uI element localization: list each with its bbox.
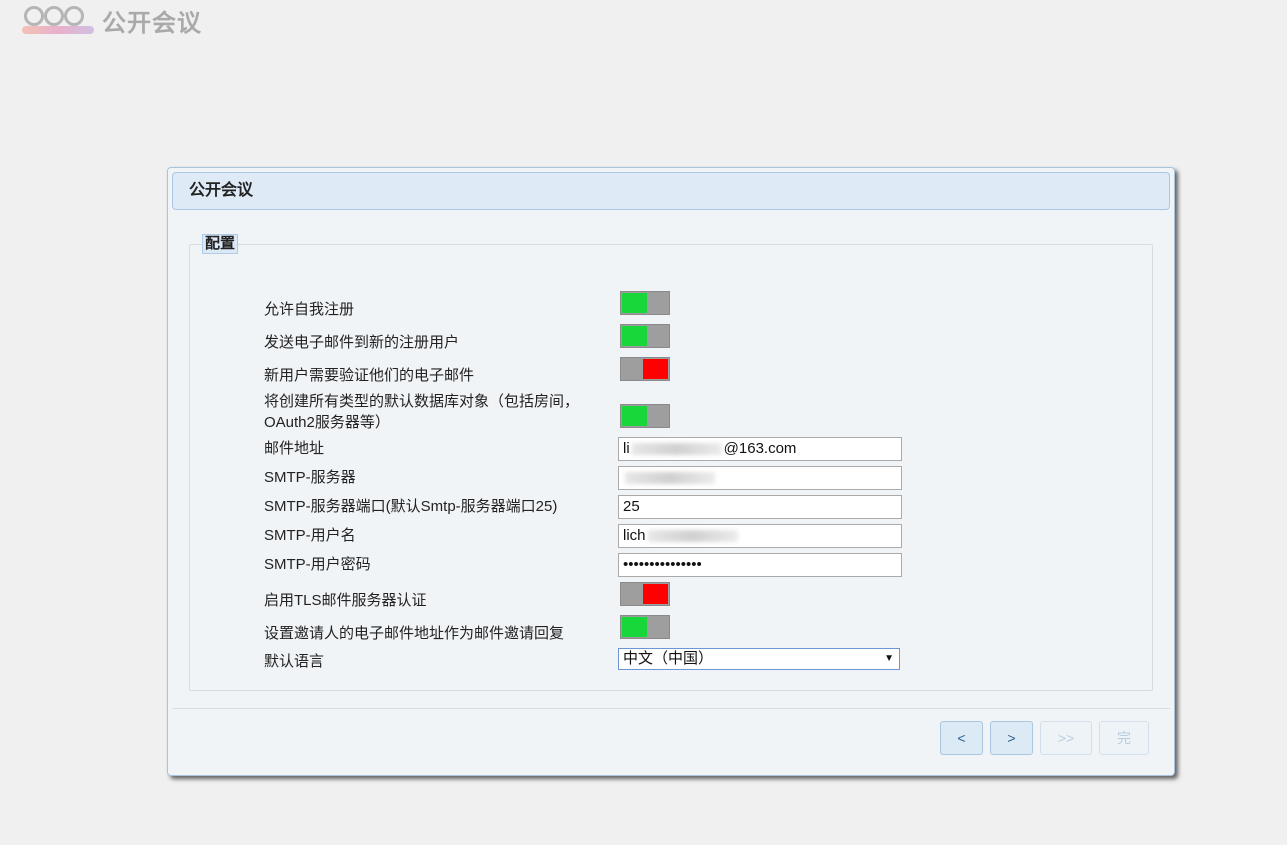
mail-address-value-prefix: li <box>623 440 630 457</box>
smtp-server-input[interactable] <box>618 466 902 490</box>
inviter-email-reply-label: 设置邀请人的电子邮件地址作为邮件邀请回复 <box>264 625 565 642</box>
verify-email-toggle[interactable] <box>620 357 670 381</box>
smtp-password-input[interactable]: ••••••••••••••• <box>618 553 902 577</box>
config-legend: 配置 <box>202 234 239 254</box>
mail-address-label: 邮件地址 <box>264 440 325 457</box>
redacted-text <box>631 443 722 456</box>
tls-toggle[interactable] <box>620 582 670 606</box>
create-default-objects-label: 将创建所有类型的默认数据库对象（包括房间， OAuth2服务器等） <box>264 391 579 433</box>
create-default-objects-label-line2: OAuth2服务器等） <box>264 414 390 431</box>
logo-text: 公开会议 <box>102 8 202 37</box>
dropdown-arrow-icon: ▼ <box>884 653 894 664</box>
config-fieldset: 配置 允许自我注册 发送电子邮件到新的注册用户 新用户需要验证他们的电子邮件 将… <box>189 234 1153 691</box>
create-default-objects-toggle[interactable] <box>620 404 670 428</box>
default-language-label: 默认语言 <box>264 653 325 670</box>
dialog-title: 公开会议 <box>172 172 1170 210</box>
default-language-select[interactable]: 中文（中国） ▼ <box>618 648 900 670</box>
smtp-server-label: SMTP-服务器 <box>264 469 356 486</box>
verify-email-label: 新用户需要验证他们的电子邮件 <box>264 367 475 384</box>
smtp-user-value-prefix: lich <box>623 527 646 544</box>
default-language-value: 中文（中国） <box>623 650 714 667</box>
logo-people-icon <box>22 2 96 38</box>
setup-dialog: 公开会议 配置 允许自我注册 发送电子邮件到新的注册用户 新用户需要验证他们的电… <box>167 167 1175 776</box>
inviter-email-reply-toggle[interactable] <box>620 615 670 639</box>
smtp-user-label: SMTP-用户名 <box>264 527 356 544</box>
allow-self-registration-label: 允许自我注册 <box>264 301 355 318</box>
allow-self-registration-toggle[interactable] <box>620 291 670 315</box>
smtp-user-input[interactable]: lich <box>618 524 902 548</box>
next-button[interactable]: > <box>990 721 1033 755</box>
mail-address-value-suffix: @163.com <box>723 440 797 457</box>
footer-divider <box>172 708 1170 709</box>
redacted-text <box>647 530 738 543</box>
redacted-text <box>625 472 715 485</box>
smtp-port-input[interactable]: 25 <box>618 495 902 519</box>
last-button[interactable]: >> <box>1040 721 1092 755</box>
create-default-objects-label-line1: 将创建所有类型的默认数据库对象（包括房间， <box>264 393 580 410</box>
prev-button[interactable]: < <box>940 721 983 755</box>
send-email-new-users-toggle[interactable] <box>620 324 670 348</box>
finish-button[interactable]: 完 <box>1099 721 1149 755</box>
mail-address-input[interactable]: li @163.com <box>618 437 902 461</box>
smtp-port-label: SMTP-服务器端口(默认Smtp-服务器端口25) <box>264 498 558 515</box>
send-email-new-users-label: 发送电子邮件到新的注册用户 <box>264 334 460 351</box>
tls-label: 启用TLS邮件服务器认证 <box>264 592 427 609</box>
app-logo: 公开会议 <box>22 2 202 38</box>
smtp-password-label: SMTP-用户密码 <box>264 556 371 573</box>
